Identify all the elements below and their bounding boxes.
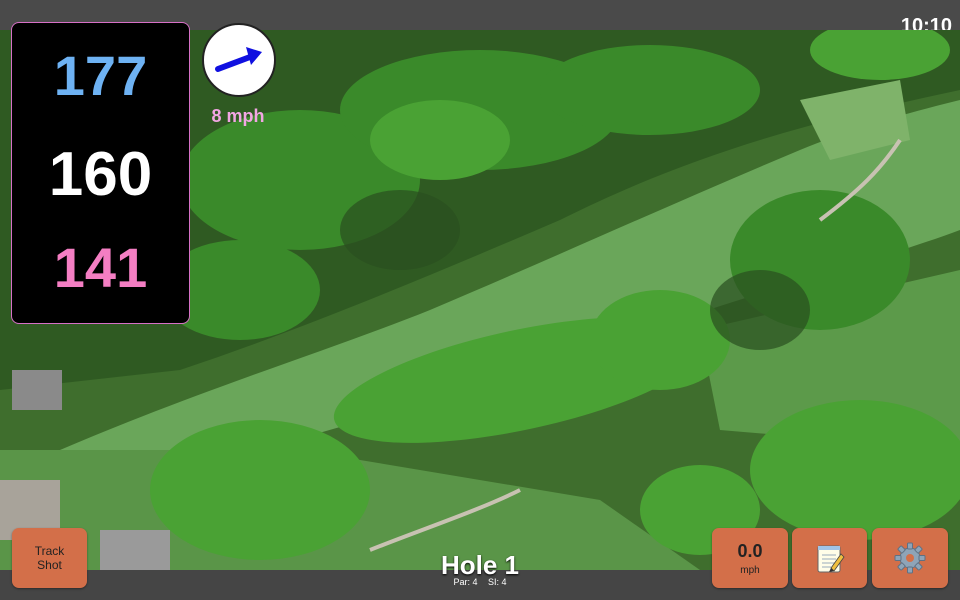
speed-value: 0.0: [737, 540, 763, 561]
back-distance: 177: [53, 44, 148, 107]
track-shot-button[interactable]: Track Shot: [12, 528, 87, 588]
hole-info: Par: 4 SI: 4: [380, 577, 580, 587]
hole-par: Par: 4: [453, 577, 478, 587]
speed-unit: mph: [740, 564, 760, 576]
notes-button[interactable]: [792, 528, 867, 588]
wind-direction-arrow-icon: [215, 47, 262, 72]
gear-icon: [894, 542, 926, 574]
track-shot-label-line2: Shot: [37, 558, 62, 572]
hole-stroke-index: SI: 4: [488, 577, 507, 587]
wind-indicator: [202, 23, 276, 97]
middle-distance: 160: [48, 140, 153, 209]
track-shot-label-line1: Track: [34, 544, 65, 558]
settings-button[interactable]: [872, 528, 948, 588]
notepad-icon: [817, 545, 845, 573]
wind-speed: 8 mph: [211, 106, 265, 126]
distance-panel: 177 160 141: [11, 22, 190, 324]
front-distance: 141: [53, 236, 148, 299]
speed-button[interactable]: 0.0 mph: [712, 528, 788, 588]
